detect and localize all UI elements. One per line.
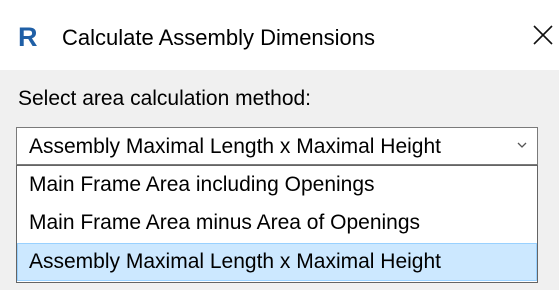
title-bar: R Calculate Assembly Dimensions [0, 0, 559, 70]
dropdown-list: Main Frame Area including Openings Main … [16, 165, 538, 283]
prompt-label: Select area calculation method: [18, 87, 312, 110]
close-icon [533, 25, 553, 45]
chevron-down-icon [517, 142, 527, 148]
combobox-selected-value: Assembly Maximal Length x Maximal Height [29, 135, 441, 158]
revit-app-icon: R [18, 22, 38, 52]
calculation-method-combobox[interactable]: Assembly Maximal Length x Maximal Height [16, 127, 538, 165]
option-main-frame-area-including-openings[interactable]: Main Frame Area including Openings [17, 166, 537, 204]
option-main-frame-area-minus-openings[interactable]: Main Frame Area minus Area of Openings [17, 204, 537, 242]
window-title: Calculate Assembly Dimensions [62, 25, 376, 50]
option-assembly-maximal-length-height[interactable]: Assembly Maximal Length x Maximal Height [17, 243, 537, 281]
close-button[interactable] [528, 18, 558, 52]
